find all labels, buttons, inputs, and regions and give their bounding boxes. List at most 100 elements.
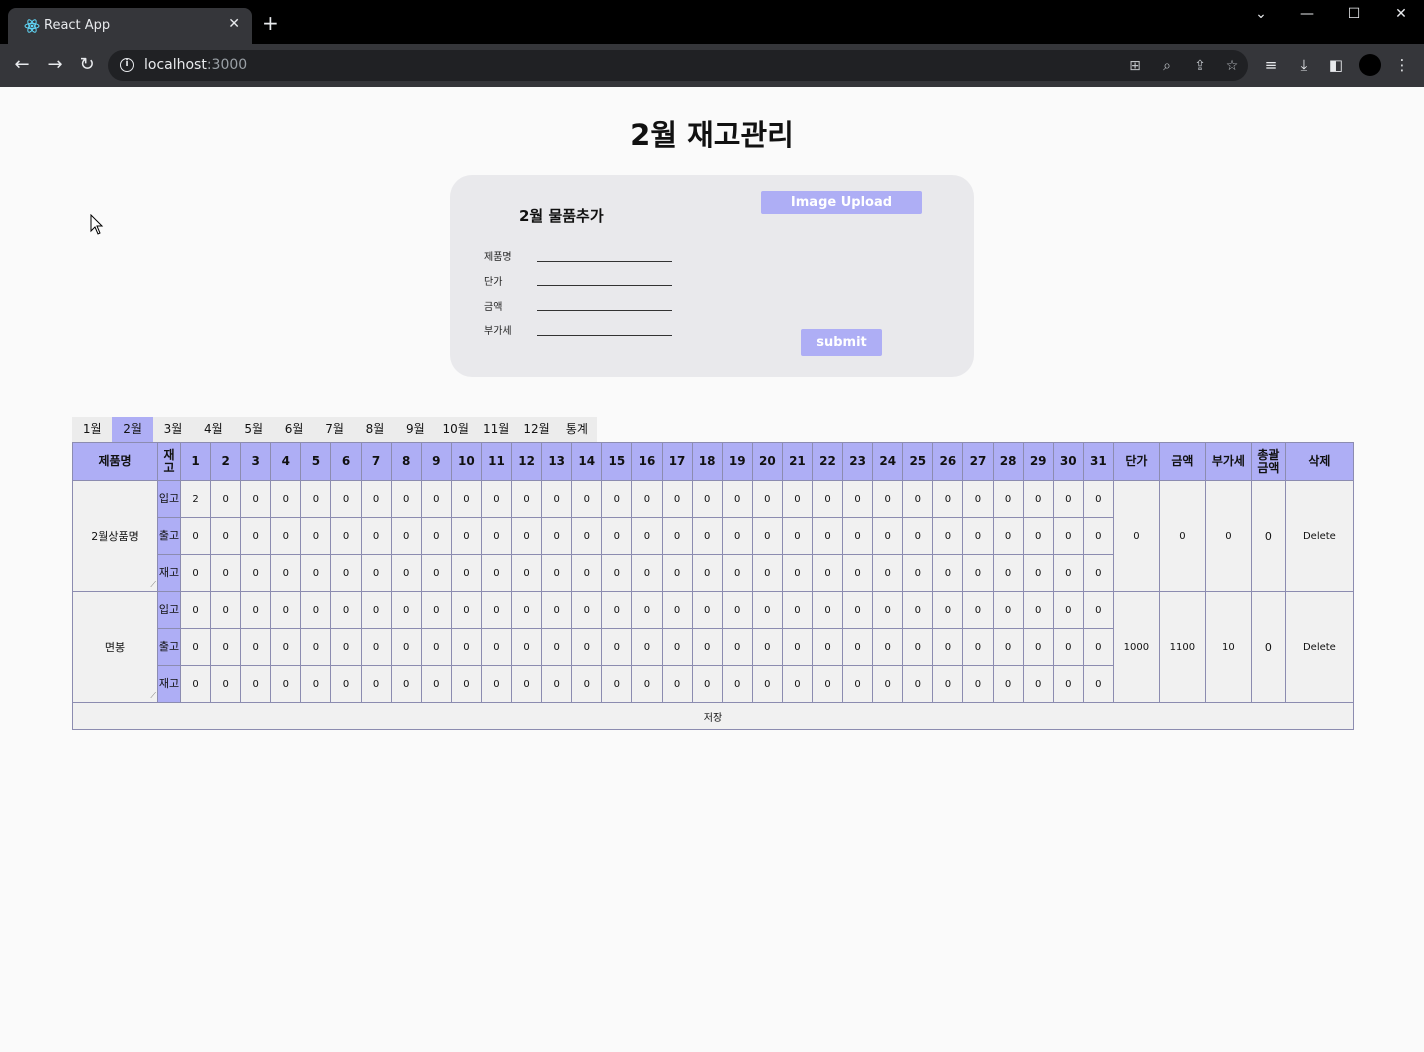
day-cell[interactable]: 0 <box>360 665 392 703</box>
close-tab-icon[interactable]: ✕ <box>228 16 240 32</box>
day-cell[interactable]: 0 <box>270 665 302 703</box>
day-cell[interactable]: 0 <box>601 591 633 629</box>
month-tab-4[interactable]: 4월 <box>193 417 233 442</box>
day-cell[interactable]: 0 <box>420 665 452 703</box>
tab-search-chevron-icon[interactable]: ⌄ <box>1246 6 1276 26</box>
day-cell[interactable]: 0 <box>480 591 513 629</box>
day-cell[interactable]: 0 <box>932 480 964 518</box>
new-tab-button[interactable]: + <box>262 13 279 33</box>
month-tab-3[interactable]: 3월 <box>153 417 193 442</box>
day-cell[interactable]: 0 <box>631 480 663 518</box>
forward-icon[interactable]: → <box>44 54 66 76</box>
day-cell[interactable]: 0 <box>240 554 272 592</box>
day-cell[interactable]: 0 <box>781 665 813 703</box>
day-cell[interactable]: 0 <box>420 554 452 592</box>
day-cell[interactable]: 0 <box>240 517 272 555</box>
day-cell[interactable]: 0 <box>1052 628 1084 666</box>
day-cell[interactable]: 0 <box>872 517 904 555</box>
day-cell[interactable]: 0 <box>811 554 844 592</box>
day-cell[interactable]: 0 <box>300 628 332 666</box>
day-cell[interactable]: 0 <box>751 554 783 592</box>
day-cell[interactable]: 0 <box>1022 517 1054 555</box>
save-button[interactable]: 저장 <box>72 702 1354 730</box>
day-cell[interactable]: 0 <box>300 517 332 555</box>
day-cell[interactable]: 0 <box>661 517 693 555</box>
day-cell[interactable]: 0 <box>992 591 1024 629</box>
day-cell[interactable]: 0 <box>992 480 1024 518</box>
day-cell[interactable]: 0 <box>330 591 362 629</box>
day-cell[interactable]: 0 <box>210 591 242 629</box>
day-cell[interactable]: 0 <box>872 591 904 629</box>
month-tab-11[interactable]: 11월 <box>476 417 516 442</box>
day-cell[interactable]: 0 <box>541 480 573 518</box>
day-cell[interactable]: 0 <box>601 665 633 703</box>
day-cell[interactable]: 0 <box>691 665 723 703</box>
day-cell[interactable]: 0 <box>450 591 482 629</box>
day-cell[interactable]: 0 <box>390 517 422 555</box>
download-icon[interactable]: ⤓ <box>1294 55 1314 75</box>
day-cell[interactable]: 0 <box>480 480 513 518</box>
day-cell[interactable]: 0 <box>511 665 543 703</box>
day-cell[interactable]: 0 <box>270 480 302 518</box>
product-name-cell[interactable]: 2월상품명 ⟋ <box>72 480 158 592</box>
vat-input[interactable] <box>537 318 672 336</box>
day-cell[interactable]: 0 <box>571 554 603 592</box>
month-tab-1[interactable]: 1월 <box>72 417 112 442</box>
day-cell[interactable]: 0 <box>210 517 242 555</box>
month-tab-9[interactable]: 9월 <box>395 417 435 442</box>
day-cell[interactable]: 0 <box>270 591 302 629</box>
day-cell[interactable]: 0 <box>541 517 573 555</box>
day-cell[interactable]: 0 <box>932 554 964 592</box>
delete-button[interactable]: Delete <box>1284 480 1354 592</box>
day-cell[interactable]: 0 <box>1022 665 1054 703</box>
day-cell[interactable]: 0 <box>751 517 783 555</box>
day-cell[interactable]: 0 <box>390 480 422 518</box>
resize-handle-icon[interactable]: ⟋ <box>150 580 156 590</box>
month-tab-8[interactable]: 8월 <box>355 417 395 442</box>
day-cell[interactable]: 0 <box>450 554 482 592</box>
day-cell[interactable]: 0 <box>1052 554 1084 592</box>
day-cell[interactable]: 0 <box>511 517 543 555</box>
day-cell[interactable]: 0 <box>691 591 723 629</box>
day-cell[interactable]: 0 <box>631 554 663 592</box>
day-cell[interactable]: 0 <box>691 517 723 555</box>
day-cell[interactable]: 0 <box>932 665 964 703</box>
day-cell[interactable]: 0 <box>962 480 994 518</box>
day-cell[interactable]: 0 <box>721 591 753 629</box>
day-cell[interactable]: 0 <box>842 665 874 703</box>
day-cell[interactable]: 0 <box>360 554 392 592</box>
month-tab-13[interactable]: 통계 <box>557 417 597 442</box>
day-cell[interactable]: 0 <box>751 665 783 703</box>
month-tab-7[interactable]: 7월 <box>314 417 354 442</box>
day-cell[interactable]: 0 <box>631 591 663 629</box>
day-cell[interactable]: 0 <box>511 591 543 629</box>
day-cell[interactable]: 0 <box>571 628 603 666</box>
day-cell[interactable]: 0 <box>1082 554 1114 592</box>
day-cell[interactable]: 0 <box>1082 665 1114 703</box>
site-info-icon[interactable]: i <box>120 58 134 72</box>
day-cell[interactable]: 0 <box>872 665 904 703</box>
day-cell[interactable]: 0 <box>330 554 362 592</box>
day-cell[interactable]: 0 <box>571 517 603 555</box>
day-cell[interactable]: 0 <box>751 480 783 518</box>
day-cell[interactable]: 0 <box>842 591 874 629</box>
day-cell[interactable]: 0 <box>811 517 844 555</box>
day-cell[interactable]: 0 <box>601 628 633 666</box>
unit-price-input[interactable] <box>537 268 672 286</box>
day-cell[interactable]: 0 <box>240 591 272 629</box>
day-cell[interactable]: 0 <box>300 665 332 703</box>
day-cell[interactable]: 0 <box>992 517 1024 555</box>
day-cell[interactable]: 0 <box>480 517 513 555</box>
reading-list-icon[interactable]: ≡ <box>1261 55 1281 75</box>
day-cell[interactable]: 0 <box>781 554 813 592</box>
minimize-button[interactable]: — <box>1292 6 1322 26</box>
day-cell[interactable]: 0 <box>842 480 874 518</box>
day-cell[interactable]: 0 <box>179 665 212 703</box>
image-upload-button[interactable]: Image Upload <box>761 191 922 214</box>
day-cell[interactable]: 0 <box>661 480 693 518</box>
profile-avatar[interactable] <box>1359 54 1381 76</box>
day-cell[interactable]: 0 <box>210 554 242 592</box>
day-cell[interactable]: 0 <box>179 554 212 592</box>
menu-kebab-icon[interactable]: ⋮ <box>1392 55 1412 75</box>
day-cell[interactable]: 0 <box>390 628 422 666</box>
